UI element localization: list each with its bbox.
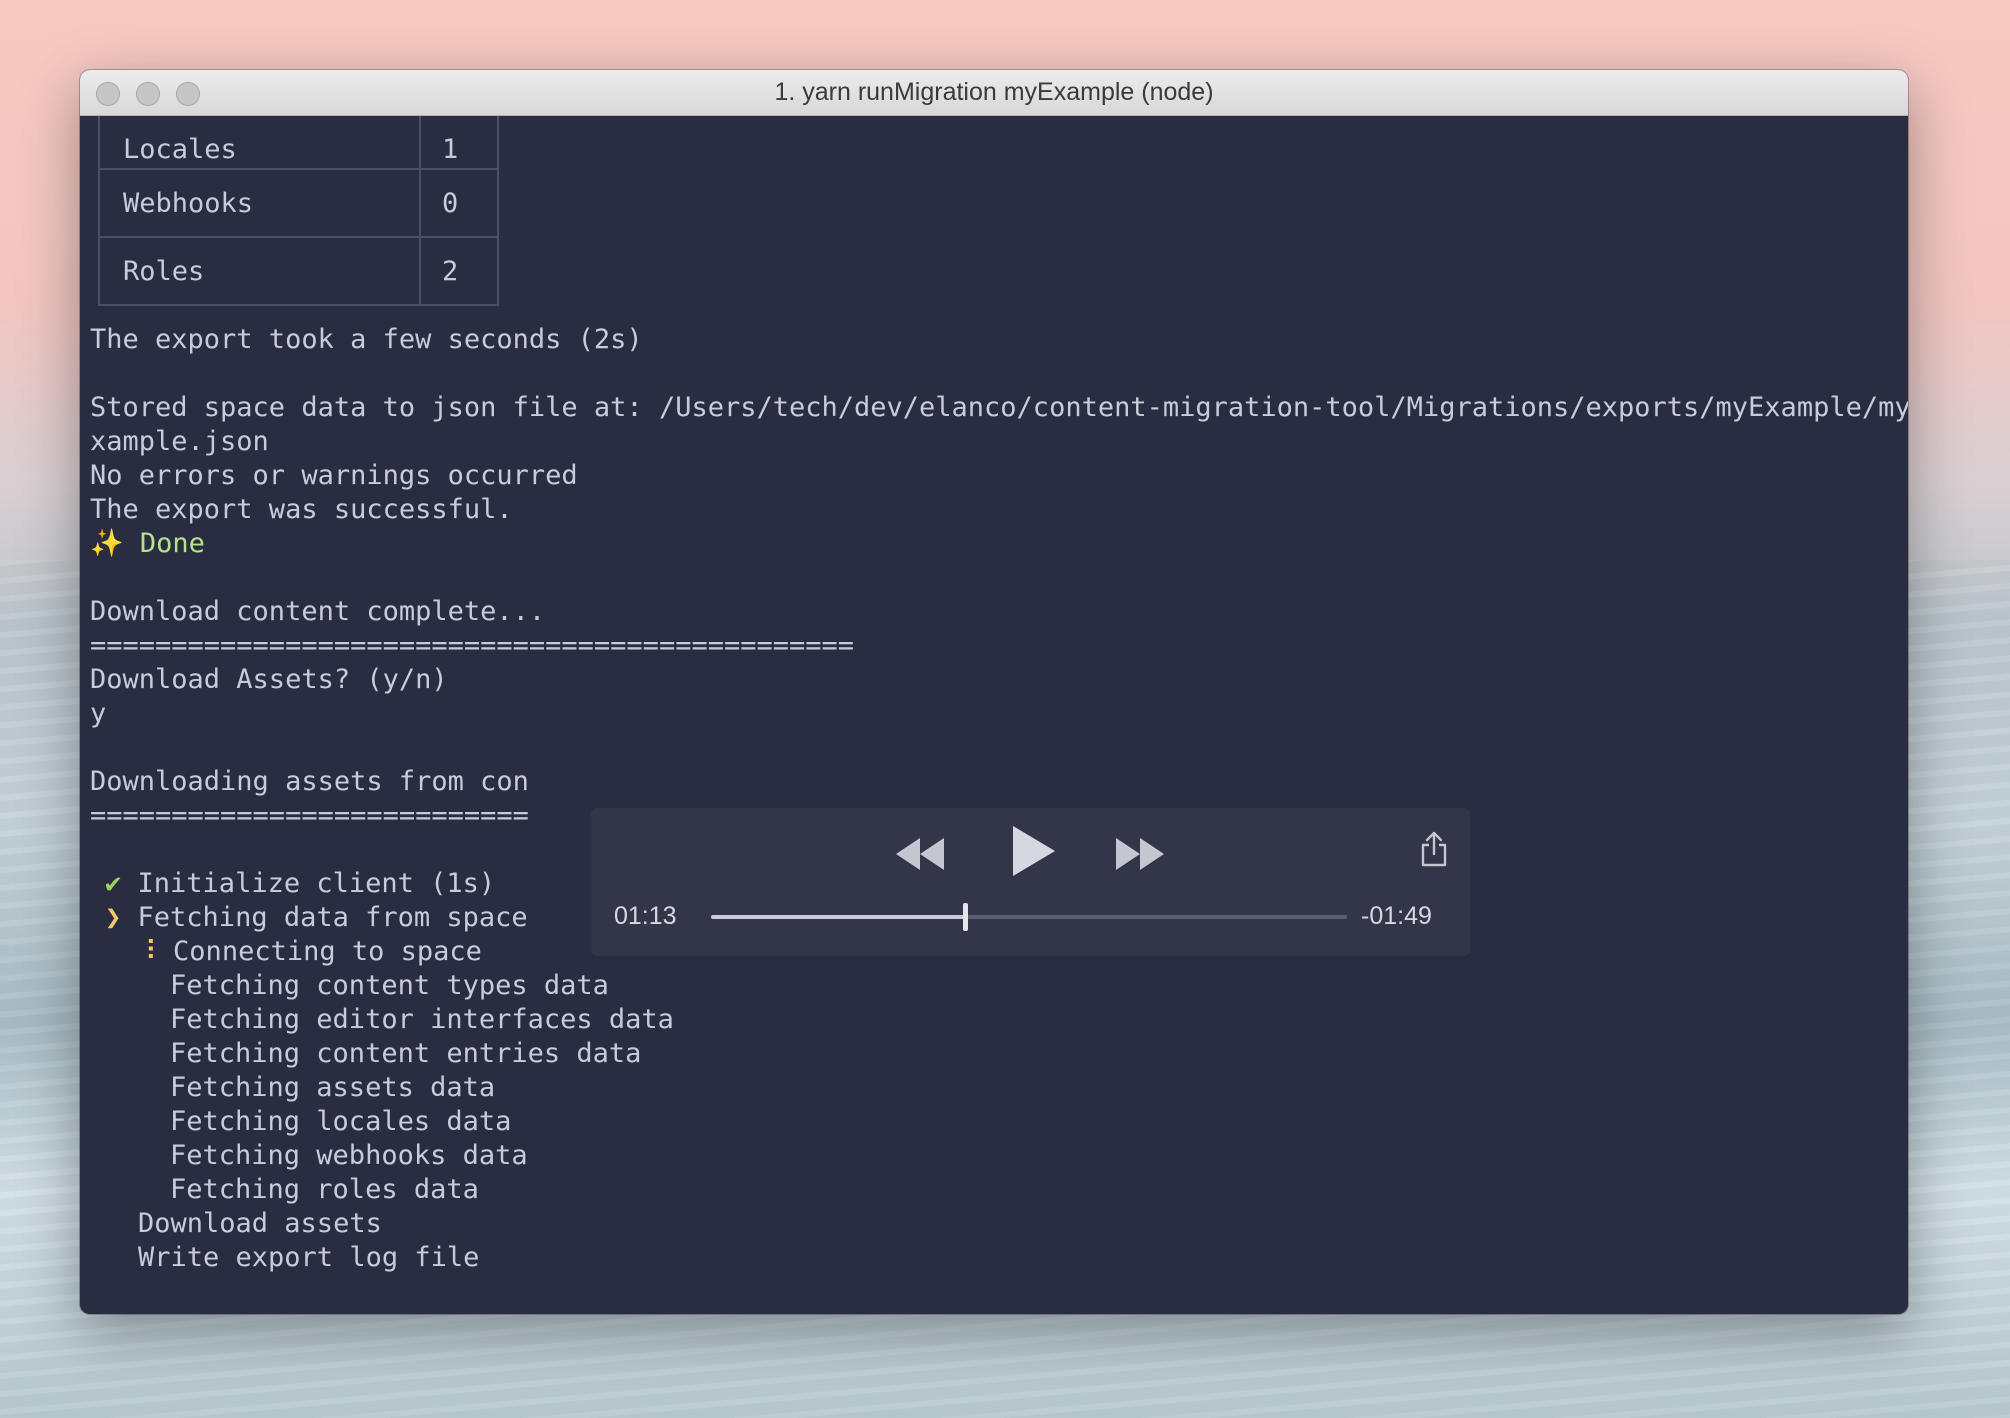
task-fetching-space: ❯ Fetching data from space: [105, 901, 528, 935]
subtask-item: Fetching content entries data: [170, 1038, 642, 1069]
stored-path-line: Stored space data to json file at: /User…: [90, 392, 1908, 423]
elapsed-time: 01:13: [614, 902, 677, 930]
playback-scrubber[interactable]: [711, 903, 1347, 931]
sparkles-icon: ✨: [90, 528, 124, 559]
spinner-icon: ⠸: [137, 936, 157, 967]
fast-forward-icon[interactable]: [1114, 834, 1166, 874]
scrubber-handle[interactable]: [963, 903, 969, 931]
rewind-icon[interactable]: [894, 834, 946, 874]
table-divider: [419, 238, 421, 304]
export-summary-table: Locales 1 Webhooks 0 Roles 2: [98, 116, 499, 306]
subtask-item: Fetching assets data: [170, 1072, 496, 1103]
downloading-assets-line: Downloading assets from con: [90, 766, 529, 797]
subtask-item: Fetching webhooks data: [170, 1140, 528, 1171]
subtask-item: Fetching editor interfaces data: [170, 1004, 674, 1035]
table-row: Webhooks 0: [100, 168, 497, 236]
media-player-overlay: 01:13 -01:49: [591, 808, 1470, 956]
subtask-item: Fetching content types data: [170, 970, 609, 1001]
arrow-icon: ❯: [105, 902, 122, 933]
table-row: Roles 2: [100, 236, 497, 304]
separator-line: ===========================: [90, 800, 529, 831]
window-controls: [96, 82, 200, 106]
task-download-assets: Download assets: [138, 1208, 382, 1239]
subtask-item: Fetching locales data: [170, 1106, 512, 1137]
share-icon[interactable]: [1419, 830, 1449, 868]
export-time-line: The export took a few seconds (2s): [90, 324, 643, 355]
table-cell-value: 0: [442, 188, 459, 219]
close-window-button[interactable]: [96, 82, 120, 106]
task-label: Connecting to space: [173, 936, 482, 967]
table-divider: [419, 170, 421, 236]
title-bar[interactable]: 1. yarn runMigration myExample (node): [80, 70, 1908, 116]
check-icon: ✔: [105, 868, 122, 899]
subtask-connecting: ⠸ Connecting to space: [137, 935, 482, 969]
table-cell-label: Roles: [123, 256, 205, 287]
play-icon[interactable]: [1007, 822, 1059, 880]
download-assets-prompt: Download Assets? (y/n): [90, 664, 448, 695]
table-cell-value: 2: [442, 256, 459, 287]
task-initialize: ✔ Initialize client (1s): [105, 867, 495, 901]
task-write-log: Write export log file: [138, 1242, 480, 1273]
table-cell-label: Webhooks: [123, 188, 254, 219]
done-line: ✨ Done: [90, 527, 205, 561]
remaining-time: -01:49: [1361, 902, 1432, 930]
stored-path-line-wrap: xample.json: [90, 426, 269, 457]
terminal-window: 1. yarn runMigration myExample (node) Lo…: [80, 70, 1908, 1314]
task-label: Fetching data from space: [137, 902, 528, 933]
zoom-window-button[interactable]: [176, 82, 200, 106]
done-label: Done: [139, 528, 205, 559]
success-line: The export was successful.: [90, 494, 513, 525]
task-label: Initialize client (1s): [137, 868, 496, 899]
separator-line: ========================================…: [90, 630, 855, 661]
prompt-answer: y: [90, 698, 107, 729]
terminal-output[interactable]: Locales 1 Webhooks 0 Roles 2 The export …: [80, 116, 1908, 1314]
window-title: 1. yarn runMigration myExample (node): [774, 78, 1214, 106]
playback-progress: [711, 915, 966, 919]
minimize-window-button[interactable]: [136, 82, 160, 106]
download-complete-line: Download content complete...: [90, 596, 546, 627]
subtask-item: Fetching roles data: [170, 1174, 479, 1205]
no-errors-line: No errors or warnings occurred: [90, 460, 578, 491]
